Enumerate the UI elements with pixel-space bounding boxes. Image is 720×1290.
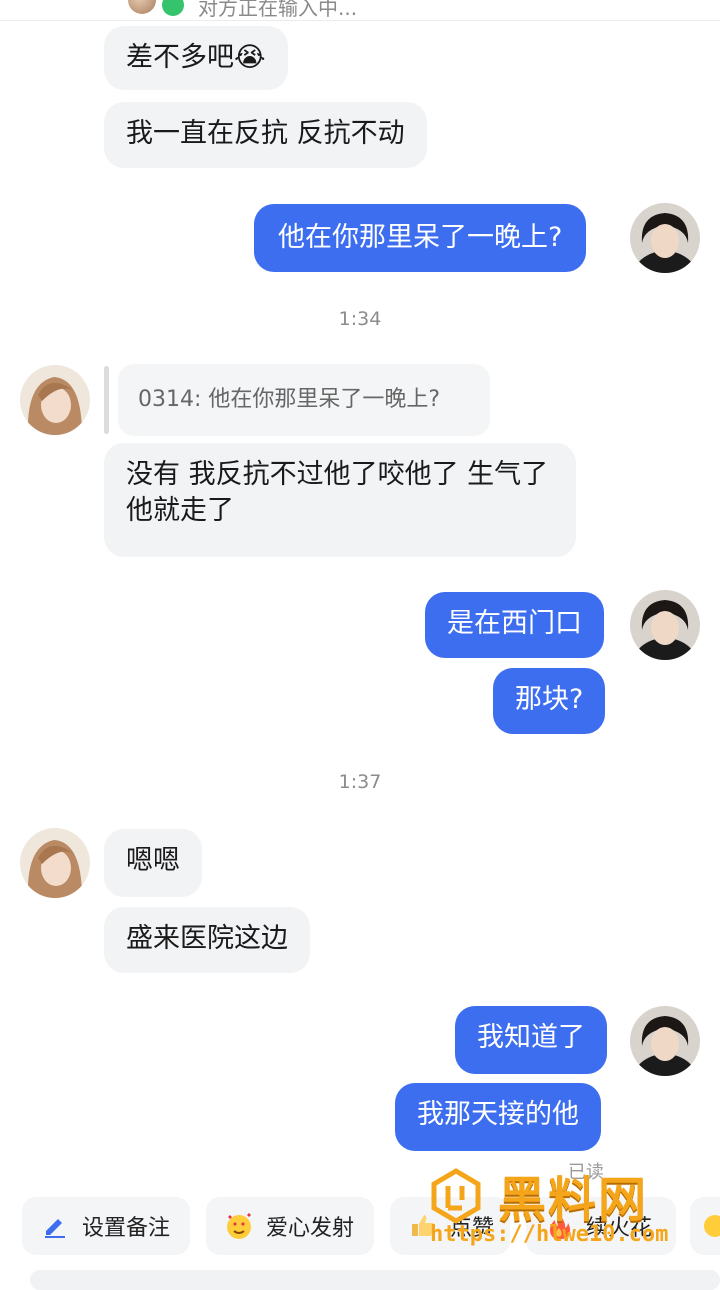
timestamp: 1:37 [338, 771, 382, 793]
timestamp: 1:34 [338, 308, 382, 330]
watermark-title: 黑料网 [498, 1172, 649, 1228]
heart-send-button[interactable]: 爱心发射 [206, 1197, 374, 1255]
heart-face-emoji-icon [222, 1209, 256, 1243]
message-bubble-incoming[interactable]: 没有 我反抗不过他了咬他了 生气了他就走了 [104, 443, 576, 557]
contact-avatar[interactable] [20, 365, 90, 435]
watermark-logo-icon [428, 1168, 484, 1224]
my-avatar[interactable] [630, 203, 700, 273]
set-remark-button[interactable]: 设置备注 [22, 1197, 190, 1255]
typing-status-text: 对方正在输入中... [198, 0, 358, 20]
chip-label: 爱心发射 [266, 1216, 355, 1241]
message-bubble-outgoing[interactable]: 我那天接的他 [395, 1083, 601, 1151]
message-bubble-outgoing[interactable]: 我知道了 [455, 1006, 607, 1074]
message-bubble-incoming[interactable]: 盛来医院这边 [104, 907, 310, 973]
message-bubble-outgoing[interactable]: 是在西门口 [425, 592, 604, 658]
message-bubble-incoming[interactable]: 嗯嗯 [104, 829, 202, 897]
contact-avatar [128, 0, 156, 14]
typing-status-bar: 对方正在输入中... [0, 0, 720, 21]
chip-label: 设置备注 [82, 1216, 171, 1241]
message-bubble-outgoing[interactable]: 那块? [493, 668, 606, 734]
watermark: 黑料网 https://hlwe10.com [428, 1160, 718, 1260]
contact-avatar[interactable] [20, 828, 90, 898]
message-bubble-incoming[interactable]: 差不多吧😭 [104, 26, 288, 90]
pencil-icon [38, 1209, 72, 1243]
watermark-url: https://hlwe10.com [430, 1222, 669, 1247]
message-bubble-outgoing[interactable]: 他在你那里呆了一晚上? [254, 204, 587, 272]
online-status-icon [162, 0, 184, 16]
message-input-edge[interactable] [30, 1270, 720, 1290]
quote-bar [104, 366, 109, 434]
my-avatar[interactable] [630, 590, 700, 660]
quoted-text: 0314: 他在你那里呆了一晚上? [118, 364, 490, 436]
message-bubble-incoming[interactable]: 我一直在反抗 反抗不动 [104, 102, 427, 168]
my-avatar[interactable] [630, 1006, 700, 1076]
